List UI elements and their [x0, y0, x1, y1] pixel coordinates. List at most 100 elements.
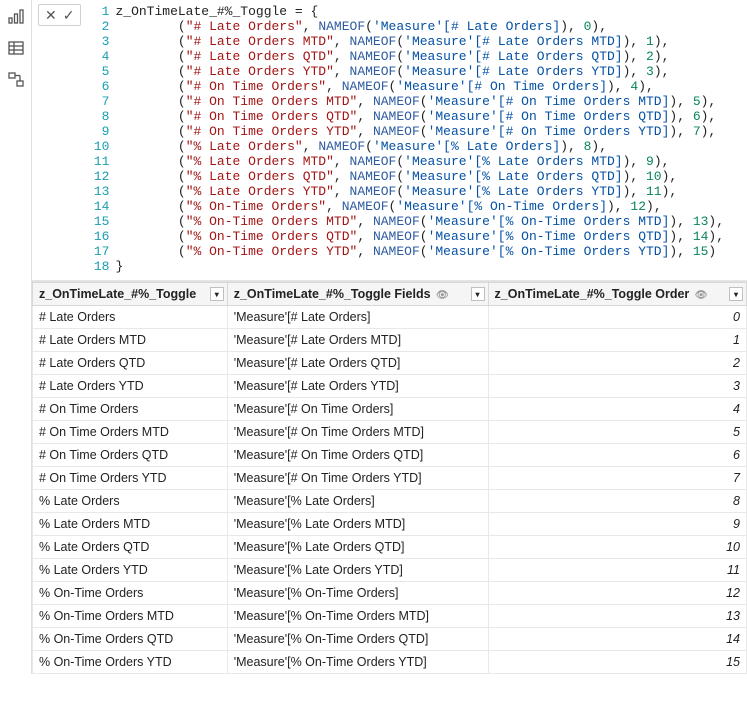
table-row[interactable]: % Late Orders MTD'Measure'[% Late Orders…: [33, 513, 747, 536]
code-content[interactable]: ("# On Time Orders MTD", NAMEOF('Measure…: [115, 94, 747, 109]
cell-fields[interactable]: 'Measure'[% Late Orders MTD]: [227, 513, 488, 536]
cell-fields[interactable]: 'Measure'[# Late Orders]: [227, 306, 488, 329]
cell-order[interactable]: 1: [488, 329, 746, 352]
cell-order[interactable]: 9: [488, 513, 746, 536]
code-content[interactable]: ("% On-Time Orders MTD", NAMEOF('Measure…: [115, 214, 747, 229]
cell-fields[interactable]: 'Measure'[# Late Orders MTD]: [227, 329, 488, 352]
table-row[interactable]: # Late Orders QTD'Measure'[# Late Orders…: [33, 352, 747, 375]
cell-toggle[interactable]: # Late Orders: [33, 306, 228, 329]
col-header-order[interactable]: z_OnTimeLate_#%_Toggle Order 👁 ▾: [488, 283, 746, 306]
cell-fields[interactable]: 'Measure'[# On Time Orders]: [227, 398, 488, 421]
code-content[interactable]: ("% Late Orders YTD", NAMEOF('Measure'[%…: [115, 184, 747, 199]
code-content[interactable]: }: [115, 259, 747, 274]
table-row[interactable]: # Late Orders YTD'Measure'[# Late Orders…: [33, 375, 747, 398]
cell-fields[interactable]: 'Measure'[# Late Orders YTD]: [227, 375, 488, 398]
table-row[interactable]: # On Time Orders'Measure'[# On Time Orde…: [33, 398, 747, 421]
code-content[interactable]: ("% On-Time Orders QTD", NAMEOF('Measure…: [115, 229, 747, 244]
cell-order[interactable]: 2: [488, 352, 746, 375]
report-view-icon[interactable]: [6, 6, 26, 26]
cell-order[interactable]: 7: [488, 467, 746, 490]
code-content[interactable]: z_OnTimeLate_#%_Toggle = {: [115, 4, 747, 19]
cell-fields[interactable]: 'Measure'[% Late Orders]: [227, 490, 488, 513]
cell-toggle[interactable]: % On-Time Orders YTD: [33, 651, 228, 674]
cell-order[interactable]: 14: [488, 628, 746, 651]
table-row[interactable]: % On-Time Orders'Measure'[% On-Time Orde…: [33, 582, 747, 605]
cell-fields[interactable]: 'Measure'[# On Time Orders YTD]: [227, 467, 488, 490]
code-content[interactable]: ("# On Time Orders QTD", NAMEOF('Measure…: [115, 109, 747, 124]
cell-fields[interactable]: 'Measure'[% Late Orders QTD]: [227, 536, 488, 559]
cell-toggle[interactable]: # Late Orders MTD: [33, 329, 228, 352]
cell-fields[interactable]: 'Measure'[# On Time Orders QTD]: [227, 444, 488, 467]
model-view-icon[interactable]: [6, 70, 26, 90]
code-content[interactable]: ("# On Time Orders YTD", NAMEOF('Measure…: [115, 124, 747, 139]
cell-fields[interactable]: 'Measure'[% Late Orders YTD]: [227, 559, 488, 582]
code-content[interactable]: ("# Late Orders", NAMEOF('Measure'[# Lat…: [115, 19, 747, 34]
filter-dropdown-icon[interactable]: ▾: [729, 287, 743, 301]
table-row[interactable]: % On-Time Orders MTD'Measure'[% On-Time …: [33, 605, 747, 628]
table-row[interactable]: # On Time Orders MTD'Measure'[# On Time …: [33, 421, 747, 444]
cell-toggle[interactable]: # On Time Orders QTD: [33, 444, 228, 467]
code-content[interactable]: ("% Late Orders MTD", NAMEOF('Measure'[%…: [115, 154, 747, 169]
commit-icon[interactable]: ✓: [63, 8, 75, 22]
table-row[interactable]: # Late Orders MTD'Measure'[# Late Orders…: [33, 329, 747, 352]
cell-toggle[interactable]: % On-Time Orders QTD: [33, 628, 228, 651]
cell-order[interactable]: 8: [488, 490, 746, 513]
col-header-toggle[interactable]: z_OnTimeLate_#%_Toggle ▾: [33, 283, 228, 306]
code-content[interactable]: ("% Late Orders QTD", NAMEOF('Measure'[%…: [115, 169, 747, 184]
cell-toggle[interactable]: % Late Orders QTD: [33, 536, 228, 559]
cell-order[interactable]: 0: [488, 306, 746, 329]
cell-toggle[interactable]: % Late Orders MTD: [33, 513, 228, 536]
code-content[interactable]: ("% On-Time Orders", NAMEOF('Measure'[% …: [115, 199, 747, 214]
cell-toggle[interactable]: % Late Orders: [33, 490, 228, 513]
cell-order[interactable]: 11: [488, 559, 746, 582]
code-line: 11 ("% Late Orders MTD", NAMEOF('Measure…: [87, 154, 747, 169]
cell-order[interactable]: 4: [488, 398, 746, 421]
table-row[interactable]: % On-Time Orders YTD'Measure'[% On-Time …: [33, 651, 747, 674]
cell-toggle[interactable]: # Late Orders QTD: [33, 352, 228, 375]
cell-toggle[interactable]: % Late Orders YTD: [33, 559, 228, 582]
cell-order[interactable]: 13: [488, 605, 746, 628]
cancel-icon[interactable]: ✕: [45, 8, 57, 22]
cell-fields[interactable]: 'Measure'[% On-Time Orders MTD]: [227, 605, 488, 628]
cell-toggle[interactable]: % On-Time Orders: [33, 582, 228, 605]
cell-fields[interactable]: 'Measure'[% On-Time Orders]: [227, 582, 488, 605]
code-content[interactable]: ("% Late Orders", NAMEOF('Measure'[% Lat…: [115, 139, 747, 154]
cell-toggle[interactable]: # On Time Orders: [33, 398, 228, 421]
cell-toggle[interactable]: # Late Orders YTD: [33, 375, 228, 398]
cell-order[interactable]: 6: [488, 444, 746, 467]
table-row[interactable]: # On Time Orders QTD'Measure'[# On Time …: [33, 444, 747, 467]
filter-dropdown-icon[interactable]: ▾: [471, 287, 485, 301]
cell-order[interactable]: 12: [488, 582, 746, 605]
col-header-fields[interactable]: z_OnTimeLate_#%_Toggle Fields 👁 ▾: [227, 283, 488, 306]
table-row[interactable]: % Late Orders QTD'Measure'[% Late Orders…: [33, 536, 747, 559]
code-content[interactable]: ("% On-Time Orders YTD", NAMEOF('Measure…: [115, 244, 747, 259]
code-line: 10 ("% Late Orders", NAMEOF('Measure'[% …: [87, 139, 747, 154]
code-content[interactable]: ("# Late Orders MTD", NAMEOF('Measure'[#…: [115, 34, 747, 49]
code-content[interactable]: ("# Late Orders YTD", NAMEOF('Measure'[#…: [115, 64, 747, 79]
cell-fields[interactable]: 'Measure'[# Late Orders QTD]: [227, 352, 488, 375]
cell-fields[interactable]: 'Measure'[% On-Time Orders QTD]: [227, 628, 488, 651]
cell-fields[interactable]: 'Measure'[# On Time Orders MTD]: [227, 421, 488, 444]
app-shell: ✕ ✓ 1z_OnTimeLate_#%_Toggle = {2 ("# Lat…: [0, 0, 747, 674]
cell-order[interactable]: 5: [488, 421, 746, 444]
cell-toggle[interactable]: % On-Time Orders MTD: [33, 605, 228, 628]
code-content[interactable]: ("# On Time Orders", NAMEOF('Measure'[# …: [115, 79, 747, 94]
cell-fields[interactable]: 'Measure'[% On-Time Orders YTD]: [227, 651, 488, 674]
cell-order[interactable]: 3: [488, 375, 746, 398]
table-row[interactable]: % Late Orders'Measure'[% Late Orders]8: [33, 490, 747, 513]
cell-toggle[interactable]: # On Time Orders MTD: [33, 421, 228, 444]
formula-editor[interactable]: 1z_OnTimeLate_#%_Toggle = {2 ("# Late Or…: [87, 0, 747, 280]
code-content[interactable]: ("# Late Orders QTD", NAMEOF('Measure'[#…: [115, 49, 747, 64]
table-row[interactable]: % Late Orders YTD'Measure'[% Late Orders…: [33, 559, 747, 582]
code-line: 15 ("% On-Time Orders MTD", NAMEOF('Meas…: [87, 214, 747, 229]
code-line: 4 ("# Late Orders QTD", NAMEOF('Measure'…: [87, 49, 747, 64]
filter-dropdown-icon[interactable]: ▾: [210, 287, 224, 301]
table-row[interactable]: # On Time Orders YTD'Measure'[# On Time …: [33, 467, 747, 490]
cell-toggle[interactable]: # On Time Orders YTD: [33, 467, 228, 490]
data-view-icon[interactable]: [6, 38, 26, 58]
cell-order[interactable]: 10: [488, 536, 746, 559]
table-row[interactable]: # Late Orders'Measure'[# Late Orders]0: [33, 306, 747, 329]
table-row[interactable]: % On-Time Orders QTD'Measure'[% On-Time …: [33, 628, 747, 651]
code-line: 7 ("# On Time Orders MTD", NAMEOF('Measu…: [87, 94, 747, 109]
cell-order[interactable]: 15: [488, 651, 746, 674]
